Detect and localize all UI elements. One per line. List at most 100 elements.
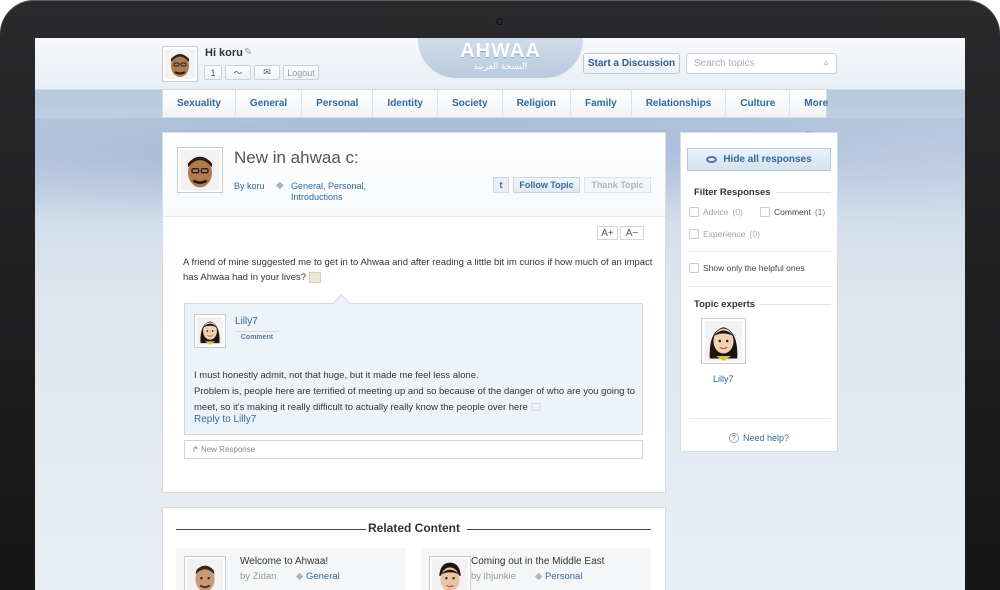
related-avatar[interactable] <box>429 556 471 590</box>
related-item-tag[interactable]: ◆ Personal <box>535 571 582 582</box>
logout-button[interactable]: Logout <box>283 65 319 80</box>
new-response-placeholder: New Response <box>200 445 256 454</box>
category-nav: Sexuality General Personal Identity Soci… <box>162 90 828 137</box>
related-item[interactable]: Coming out in the Middle East by lhjunki… <box>421 548 651 590</box>
filter-comment[interactable]: Comment (1) <box>760 207 825 217</box>
tag-icon: ◆ <box>296 571 306 582</box>
related-avatar[interactable] <box>184 556 226 590</box>
related-item-title[interactable]: Coming out in the Middle East <box>471 556 604 567</box>
topic-body-text: A friend of mine suggested me to get in … <box>183 257 653 283</box>
logo-text: AHWAA <box>460 40 541 62</box>
checkbox[interactable] <box>689 229 699 239</box>
greeting: Hi koru <box>205 47 243 59</box>
hide-all-label: Hide all responses <box>723 154 812 165</box>
divider <box>689 286 831 287</box>
topic-header: New in ahwaa c: By koru ◆ General, Perso… <box>163 133 665 217</box>
filter-label: Experience <box>703 229 746 239</box>
arabic-version-link[interactable]: النسخة العربية <box>418 61 583 72</box>
checkbox[interactable] <box>689 263 699 273</box>
expert-name[interactable]: Lilly7 <box>713 374 734 384</box>
tag-icon: ◆ <box>276 180 284 191</box>
topic-body: A friend of mine suggested me to get in … <box>183 255 653 285</box>
response-text: I must honestly admit, not that huge, bu… <box>194 368 639 416</box>
search-placeholder: Search topics <box>694 58 755 69</box>
reply-link[interactable]: Reply to Lilly7 <box>194 414 256 425</box>
expert-avatar[interactable] <box>701 318 746 364</box>
nav-item-identity[interactable]: Identity <box>373 90 438 118</box>
filter-helpful-only[interactable]: Show only the helpful ones <box>689 263 805 273</box>
response-line: Problem is, people here are terrified of… <box>194 386 635 413</box>
font-decrease-button[interactable]: A− <box>620 226 644 240</box>
topic-title: New in ahwaa c: <box>234 148 359 167</box>
nav-item-general[interactable]: General <box>236 90 303 118</box>
help-icon: ? <box>729 433 739 443</box>
tag-icon: ◆ <box>535 571 545 582</box>
filter-label: Advice <box>703 207 729 217</box>
eye-icon <box>706 156 718 163</box>
topic-author-link[interactable]: By koru <box>234 181 265 191</box>
topic-card: New in ahwaa c: By koru ◆ General, Perso… <box>162 132 666 493</box>
response-type-badge: Comment <box>235 331 279 343</box>
nav-item-sexuality[interactable]: Sexuality <box>163 90 236 118</box>
notification-count[interactable]: 1 <box>204 65 222 80</box>
twitter-icon[interactable]: t <box>493 177 509 193</box>
emoticon-icon <box>530 403 541 412</box>
search-input[interactable]: Search topics ⌕ <box>686 53 837 74</box>
activity-icon[interactable]: 〜 <box>225 65 251 80</box>
edit-profile-icon[interactable]: ✎ <box>244 47 252 58</box>
related-item[interactable]: Welcome to Ahwaa! by Zidan ◆ General <box>176 548 406 590</box>
checkbox[interactable] <box>760 207 770 217</box>
site-header: Hi koru ✎ 1 〜 ✉ Logout AHWAA النسخة العر… <box>35 38 965 90</box>
emoticon-icon <box>309 271 322 283</box>
author-avatar[interactable] <box>177 147 223 193</box>
divider <box>689 418 831 419</box>
font-increase-button[interactable]: A+ <box>597 226 618 240</box>
filter-label: Show only the helpful ones <box>703 263 805 273</box>
user-quick-actions: 1 〜 ✉ Logout <box>204 65 319 80</box>
nav-item-family[interactable]: Family <box>571 90 632 118</box>
filter-count: (0) <box>749 229 760 239</box>
help-label: Need help? <box>743 433 790 443</box>
need-help-link[interactable]: ? Need help? <box>729 433 789 443</box>
user-avatar[interactable] <box>162 46 198 82</box>
divider <box>776 192 831 193</box>
nav-item-more[interactable]: More ⌄ <box>790 90 842 137</box>
related-item-title[interactable]: Welcome to Ahwaa! <box>240 556 328 567</box>
browser-screen: Hi koru ✎ 1 〜 ✉ Logout AHWAA النسخة العر… <box>35 38 965 590</box>
checkbox[interactable] <box>689 207 699 217</box>
responder-avatar[interactable] <box>194 314 226 348</box>
related-content-panel: Related Content Welcome to Ahwaa! by Zid… <box>162 507 666 590</box>
related-item-author[interactable]: by Zidan <box>240 571 276 582</box>
nav-item-relationships[interactable]: Relationships <box>632 90 727 118</box>
divider <box>759 304 831 305</box>
response-sidebar: Hide all responses Filter Responses Advi… <box>680 132 838 452</box>
filter-experience[interactable]: Experience (0) <box>689 229 760 239</box>
response-item: Lilly7 Comment I must honestly admit, no… <box>184 303 643 435</box>
nav-item-personal[interactable]: Personal <box>302 90 374 118</box>
filter-count: (1) <box>814 207 826 217</box>
hide-all-responses-button[interactable]: Hide all responses <box>687 148 831 171</box>
filter-count: (0) <box>732 207 743 217</box>
topic-tags[interactable]: General, Personal, Introductions <box>291 181 381 203</box>
new-response-input[interactable]: ↱ New Response <box>184 440 643 459</box>
search-icon[interactable]: ⌕ <box>823 58 829 69</box>
start-discussion-button[interactable]: Start a Discussion <box>583 53 680 74</box>
related-item-author[interactable]: by lhjunkie <box>471 571 516 582</box>
nav-item-society[interactable]: Society <box>438 90 503 118</box>
nav-item-religion[interactable]: Religion <box>503 90 572 118</box>
response-line: I must honestly admit, not that huge, bu… <box>194 370 479 381</box>
responder-name[interactable]: Lilly7 <box>235 316 258 327</box>
thank-topic-button[interactable]: Thank Topic <box>584 177 651 193</box>
divider <box>689 251 831 252</box>
follow-topic-button[interactable]: Follow Topic <box>513 177 580 193</box>
site-logo[interactable]: AHWAA النسخة العربية <box>418 38 583 78</box>
filter-label: Comment <box>774 207 811 217</box>
filter-advice[interactable]: Advice (0) <box>689 207 743 217</box>
messages-icon[interactable]: ✉ <box>254 65 280 80</box>
related-item-tag[interactable]: ◆ General <box>296 571 340 582</box>
experts-title: Topic experts <box>694 299 756 310</box>
nav-item-culture[interactable]: Culture <box>726 90 791 118</box>
related-title: Related Content <box>367 521 460 535</box>
webcam-icon <box>494 16 505 27</box>
reply-icon: ↱ <box>192 445 199 454</box>
